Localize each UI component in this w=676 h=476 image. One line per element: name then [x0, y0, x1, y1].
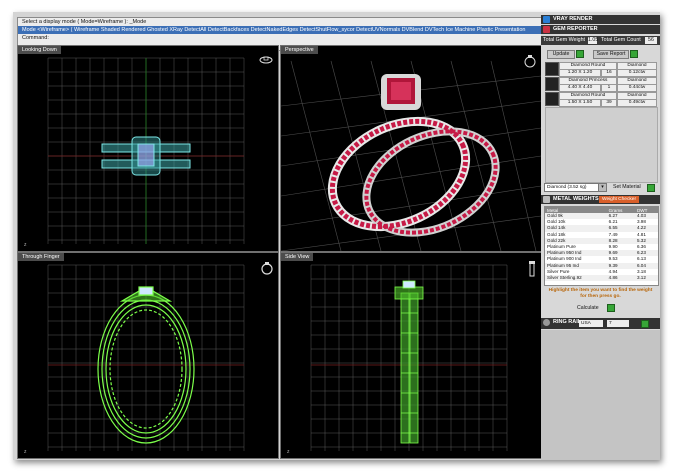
gem-size: 1.50 X 1.50: [559, 99, 601, 107]
metal-dwt: 3.12: [634, 274, 658, 282]
svg-text:z: z: [24, 449, 27, 455]
ring-rail-label: RING RAIL: [553, 319, 582, 325]
gem-row[interactable]: Diamond Round Diamond 1.20 X 1.20 16 0.1…: [545, 62, 657, 77]
table-row[interactable]: Silver Sterling.92 4.86 3.12: [545, 274, 658, 282]
viewport-perspective[interactable]: Perspective: [280, 45, 542, 252]
rendered-ring: [327, 74, 500, 237]
gem-weight: 0.12ctw: [617, 69, 657, 77]
command-line-2: Mode <Wireframe> ( Wireframe Shaded Rend…: [18, 26, 542, 34]
gem-weight: 0.49ctw: [617, 99, 657, 107]
front-view-canvas: z: [24, 264, 245, 455]
command-line-1: Select a display mode ( Mode=Wireframe )…: [22, 19, 147, 25]
front-ring-icon: [261, 262, 273, 275]
metal-weights-header[interactable]: METAL WEIGHTS Weight Checker: [541, 195, 660, 204]
save-report-go-icon[interactable]: [630, 50, 638, 58]
application-window: Select a display mode ( Mode=Wireframe )…: [13, 12, 660, 460]
weight-checker-tab[interactable]: Weight Checker: [599, 196, 640, 203]
ring-side-wireframe: [394, 280, 424, 444]
ring-size-select[interactable]: 7: [607, 320, 629, 327]
gem-row[interactable]: Diamond Princess Diamond 4.40 X 4.40 1 0…: [545, 77, 657, 92]
total-gem-weight-value: 1.05: [588, 37, 599, 44]
round-gem-icon: [545, 92, 559, 106]
update-button[interactable]: Update: [547, 50, 575, 59]
set-material-go-icon[interactable]: [647, 184, 655, 192]
gem-reporter-header[interactable]: GEM REPORTER: [541, 25, 660, 34]
set-material-label[interactable]: Set Material: [613, 183, 641, 192]
viewport-label[interactable]: Through Finger: [18, 253, 64, 261]
update-go-icon[interactable]: [576, 50, 584, 58]
viewport-through-finger[interactable]: Through Finger z: [17, 252, 279, 459]
metal-weights-label: METAL WEIGHTS: [553, 196, 599, 202]
gem-count: 16: [601, 69, 617, 77]
metal-grams: 4.86: [606, 274, 635, 282]
vray-render-label: VRAY RENDER: [553, 16, 593, 22]
gem-list-area[interactable]: [545, 107, 658, 183]
total-gem-weight-label: Total Gem Weight: [543, 37, 585, 43]
gem-count: 1: [601, 84, 617, 92]
calculate-go-icon[interactable]: [607, 304, 615, 312]
gem-size: 1.20 X 1.20: [559, 69, 601, 77]
side-ring-icon: [529, 261, 535, 277]
viewport-label[interactable]: Looking Down: [18, 46, 61, 54]
chevron-down-icon[interactable]: ▾: [598, 183, 607, 192]
vray-icon: [543, 16, 550, 23]
round-gem-icon: [545, 62, 559, 76]
metal-icon: [543, 196, 550, 203]
perspective-canvas: [281, 60, 541, 251]
top-view-icon: [259, 56, 273, 64]
metal-name: Silver Sterling.92: [545, 274, 607, 282]
side-view-canvas: z: [287, 264, 508, 455]
panel-empty-area: [541, 330, 660, 460]
gem-weight: 0.44ctw: [617, 84, 657, 92]
viewport-looking-down[interactable]: Looking Down z: [17, 45, 279, 252]
viewport-label[interactable]: Side View: [281, 253, 314, 261]
top-view-canvas: z: [24, 57, 245, 248]
highlight-note: Highlight the item you want to find the …: [548, 288, 653, 299]
perspective-ring-icon: [524, 55, 536, 68]
calculate-button[interactable]: Calculate: [577, 305, 599, 311]
princess-gem-icon: [545, 77, 559, 91]
gem-icon: [543, 26, 550, 33]
total-gem-count-value: 56: [645, 37, 657, 44]
ring-rail-go-icon[interactable]: [641, 320, 649, 328]
save-report-button[interactable]: Save Report: [593, 50, 629, 59]
gem-size: 4.40 X 4.40: [559, 84, 601, 92]
viewport-side-view[interactable]: Side View z: [280, 252, 542, 459]
total-gem-count-label: Total Gem Count: [601, 37, 641, 43]
gem-reporter-label: GEM REPORTER: [553, 26, 598, 32]
gem-totals-row: Total Gem Weight 1.05 Total Gem Count 56: [541, 36, 660, 45]
gem-row[interactable]: Diamond Round Diamond 1.50 X 1.50 39 0.4…: [545, 92, 657, 107]
ring-rail-header[interactable]: RING RAIL USA 7: [541, 318, 660, 329]
metal-weights-table[interactable]: Metal Grams DWT Gold 9k 6.27 4.03 Gold 10k…: [544, 206, 659, 286]
svg-text:z: z: [287, 449, 290, 455]
vray-render-header[interactable]: VRAY RENDER: [541, 15, 660, 24]
command-prompt[interactable]: Command:: [18, 34, 542, 42]
svg-text:z: z: [24, 242, 27, 248]
gem-count: 39: [601, 99, 617, 107]
plugin-panel: VRAY RENDER GEM REPORTER Total Gem Weigh…: [541, 12, 660, 460]
material-select[interactable]: Diamond (3.52 sg): [544, 183, 600, 192]
viewport-label[interactable]: Perspective: [281, 46, 318, 54]
ring-size-system-select[interactable]: USA: [579, 320, 603, 327]
ring-icon: [543, 319, 550, 326]
